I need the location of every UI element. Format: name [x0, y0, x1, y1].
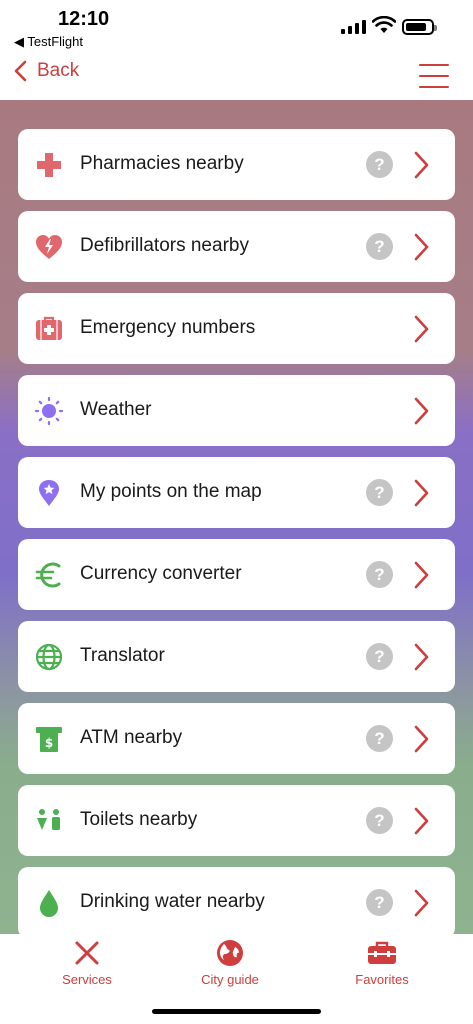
- toilet-icon: [37, 809, 60, 830]
- tab-label: Favorites: [355, 972, 409, 987]
- water-drop-icon: [40, 890, 58, 917]
- help-icon[interactable]: ?: [366, 889, 393, 916]
- cellular-signal-icon: [341, 18, 366, 34]
- list-item-label: Defibrillators nearby: [80, 235, 249, 256]
- services-list: Pharmacies nearby ? Defibrillators nearb…: [18, 129, 455, 934]
- chevron-right-icon: [414, 479, 429, 507]
- list-item-toilets[interactable]: Toilets nearby ?: [18, 785, 455, 856]
- status-bar: 12:10 ◀ TestFlight: [0, 0, 473, 52]
- list-item-translator[interactable]: Translator ?: [18, 621, 455, 692]
- list-item-drinking-water[interactable]: Drinking water nearby ?: [18, 867, 455, 934]
- svg-text:$: $: [45, 736, 53, 750]
- globe-icon: [35, 643, 63, 671]
- list-item-atm[interactable]: $ ATM nearby ?: [18, 703, 455, 774]
- chevron-right-icon: [414, 643, 429, 671]
- first-aid-kit-icon: [36, 316, 62, 340]
- help-icon[interactable]: ?: [366, 151, 393, 178]
- chevron-right-icon: [414, 561, 429, 589]
- tab-favorites[interactable]: Favorites: [327, 938, 437, 987]
- map-pin-star-icon: [39, 480, 59, 506]
- atm-icon: $: [36, 727, 62, 752]
- chevron-right-icon: [414, 889, 429, 917]
- list-item-emergency-numbers[interactable]: Emergency numbers: [18, 293, 455, 364]
- list-item-weather[interactable]: Weather: [18, 375, 455, 446]
- hamburger-menu-icon[interactable]: [419, 64, 449, 88]
- tab-label: City guide: [201, 972, 259, 987]
- back-to-testflight-link[interactable]: ◀ TestFlight: [14, 34, 83, 50]
- list-item-currency-converter[interactable]: Currency converter ?: [18, 539, 455, 610]
- home-indicator: [152, 1009, 321, 1014]
- chevron-right-icon: [414, 233, 429, 261]
- help-icon[interactable]: ?: [366, 561, 393, 588]
- list-item-label: Emergency numbers: [80, 317, 256, 338]
- back-label: Back: [37, 60, 80, 81]
- list-item-label: ATM nearby: [80, 727, 183, 748]
- status-time: 12:10: [58, 8, 110, 30]
- list-item-label: Weather: [80, 399, 152, 420]
- euro-icon: [35, 562, 61, 588]
- services-list-area: Pharmacies nearby ? Defibrillators nearb…: [0, 100, 473, 934]
- help-icon[interactable]: ?: [366, 807, 393, 834]
- wifi-icon: [372, 16, 396, 33]
- list-item-label: Toilets nearby: [80, 809, 198, 830]
- cross-icon: [37, 153, 61, 177]
- list-item-label: Translator: [80, 645, 165, 666]
- back-button[interactable]: Back: [14, 60, 79, 82]
- heart-bolt-icon: [36, 235, 62, 259]
- help-icon[interactable]: ?: [366, 643, 393, 670]
- chevron-right-icon: [414, 807, 429, 835]
- tab-city-guide[interactable]: City guide: [175, 938, 285, 987]
- list-item-label: Pharmacies nearby: [80, 153, 244, 174]
- list-item-my-points[interactable]: My points on the map ?: [18, 457, 455, 528]
- battery-icon: [402, 19, 437, 35]
- help-icon[interactable]: ?: [366, 725, 393, 752]
- list-item-defibrillators[interactable]: Defibrillators nearby ?: [18, 211, 455, 282]
- list-item-pharmacies[interactable]: Pharmacies nearby ?: [18, 129, 455, 200]
- list-item-label: Currency converter: [80, 563, 242, 584]
- chevron-left-icon: [14, 60, 27, 82]
- tab-services[interactable]: Services: [32, 938, 142, 987]
- navigation-bar: Back: [0, 52, 473, 100]
- tab-label: Services: [62, 972, 112, 987]
- chevron-right-icon: [414, 725, 429, 753]
- chevron-right-icon: [414, 315, 429, 343]
- chevron-right-icon: [414, 151, 429, 179]
- chevron-right-icon: [414, 397, 429, 425]
- toolbox-icon: [368, 941, 396, 964]
- help-icon[interactable]: ?: [366, 233, 393, 260]
- close-x-icon: [75, 941, 99, 965]
- list-item-label: My points on the map: [80, 481, 262, 502]
- help-icon[interactable]: ?: [366, 479, 393, 506]
- globe-icon: [217, 940, 243, 966]
- sun-icon: [34, 396, 64, 426]
- list-item-label: Drinking water nearby: [80, 891, 265, 912]
